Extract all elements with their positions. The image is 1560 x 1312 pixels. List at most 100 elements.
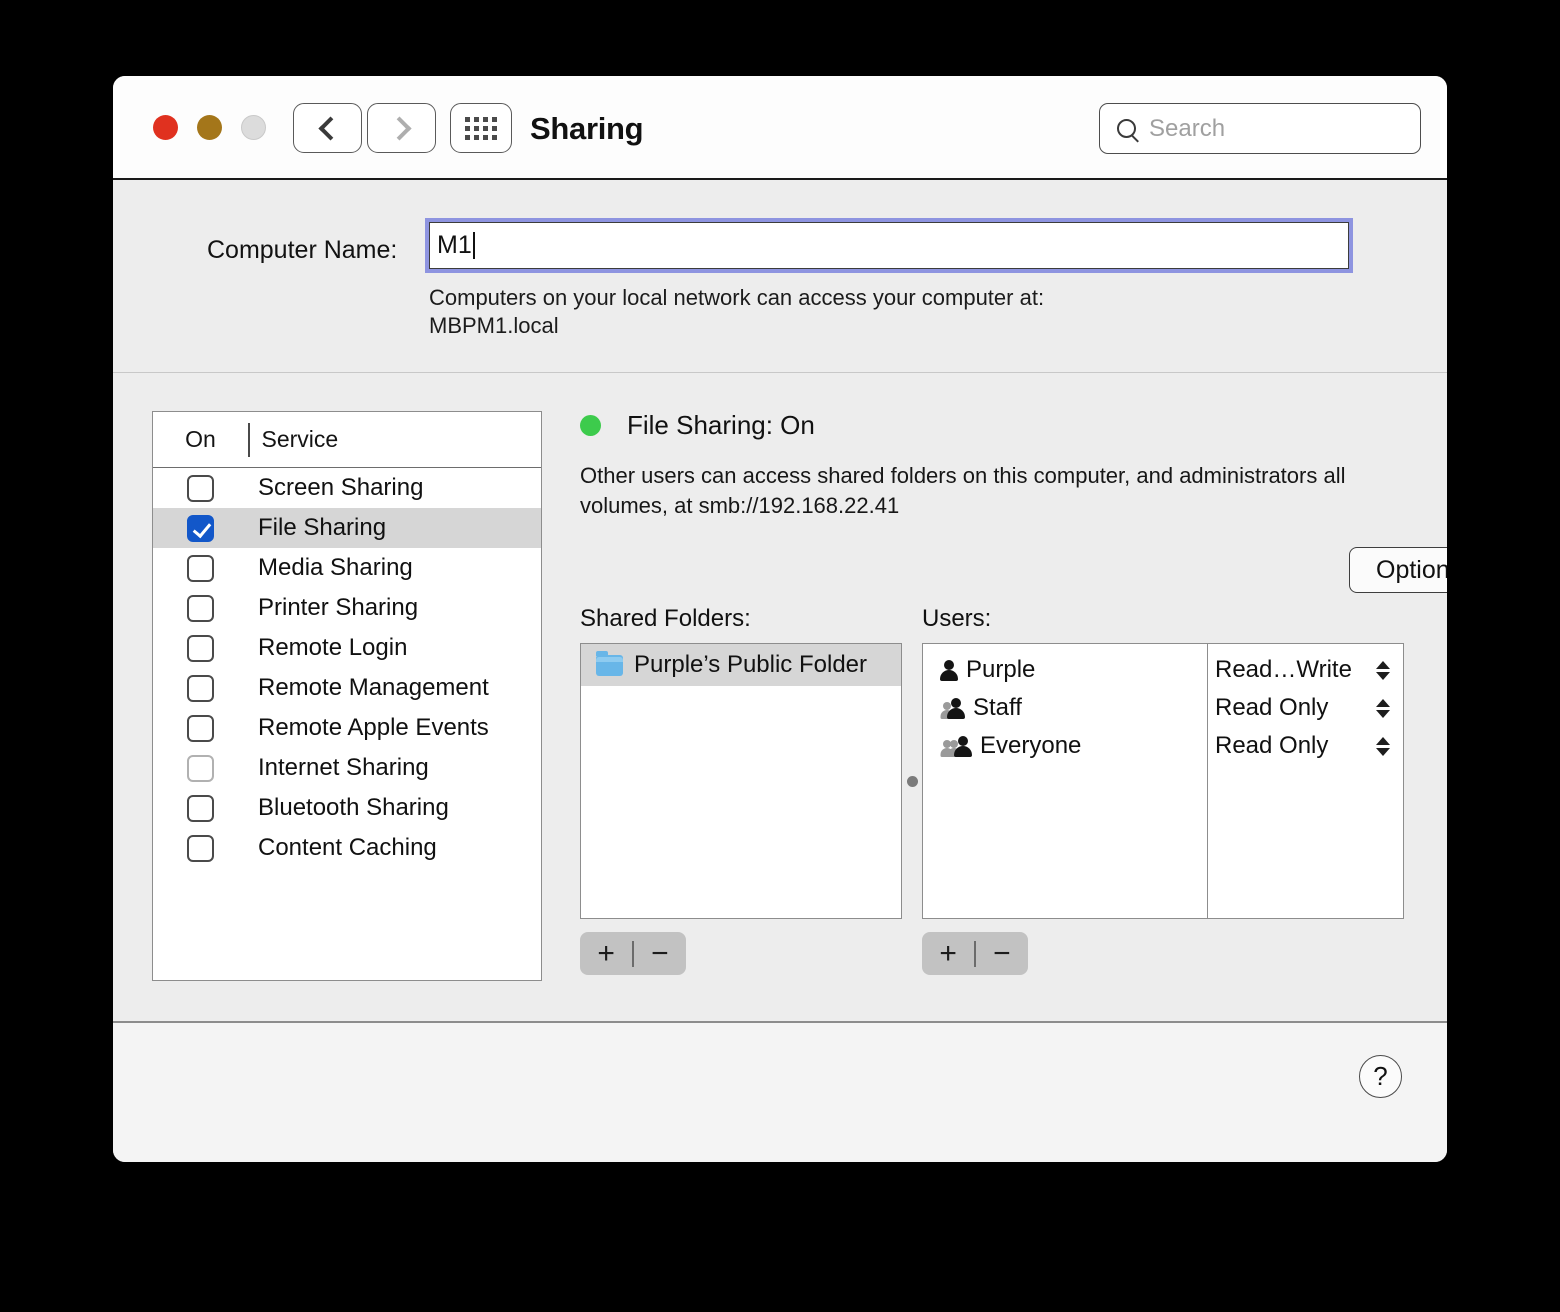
add-shared-folder-button[interactable]: + xyxy=(580,938,632,969)
service-label: Remote Login xyxy=(258,634,408,661)
chevron-up-down-icon[interactable] xyxy=(1376,660,1390,680)
remove-shared-folder-button[interactable]: − xyxy=(634,938,686,969)
service-checkbox-cell xyxy=(153,674,248,702)
users-permission-column: Read…Write Read Only Read Only xyxy=(1208,644,1403,918)
service-row-internet-sharing[interactable]: Internet Sharing xyxy=(153,748,541,788)
services-table-header: On Service xyxy=(153,412,541,468)
service-checkbox[interactable] xyxy=(187,594,214,622)
page-title: Sharing xyxy=(530,111,644,146)
column-header-service: Service xyxy=(261,426,339,452)
traffic-lights xyxy=(153,115,266,140)
computer-name-field[interactable]: M1 xyxy=(429,222,1349,269)
options-button[interactable]: Options... xyxy=(1349,547,1447,593)
add-user-button[interactable]: + xyxy=(922,938,974,969)
search-placeholder: Search xyxy=(1149,114,1226,142)
services-table: On Service Screen Sharing File Sharing Med… xyxy=(152,411,542,981)
service-checkbox[interactable] xyxy=(187,554,214,582)
person-glyph xyxy=(954,735,972,759)
back-button[interactable] xyxy=(293,103,362,153)
users-name-column: Purple Staff Everyone xyxy=(923,644,1208,918)
list-item[interactable]: Purple’s Public Folder xyxy=(581,644,901,686)
service-row-remote-apple-events[interactable]: Remote Apple Events xyxy=(153,708,541,748)
service-checkbox[interactable] xyxy=(187,674,214,702)
service-label: File Sharing xyxy=(258,514,387,541)
service-checkbox-cell xyxy=(153,554,248,582)
minimize-button[interactable] xyxy=(197,115,222,140)
service-label: Screen Sharing xyxy=(258,474,424,501)
computer-name-section: Computer Name: M1 Computers on your loca… xyxy=(113,180,1447,430)
remove-user-button[interactable]: − xyxy=(976,938,1028,969)
show-all-button[interactable] xyxy=(450,103,512,153)
user-permission-popup[interactable]: Read Only xyxy=(1208,727,1403,765)
window-footer: ? xyxy=(113,1023,1447,1162)
users-add-remove: + − xyxy=(922,932,1028,975)
service-checkbox-cell xyxy=(153,594,248,622)
computer-name-value: M1 xyxy=(437,231,472,259)
service-row-media-sharing[interactable]: Media Sharing xyxy=(153,548,541,588)
forward-button[interactable] xyxy=(367,103,436,153)
user-row[interactable]: Purple xyxy=(923,651,1207,689)
service-checkbox[interactable] xyxy=(187,714,214,742)
grid-icon xyxy=(465,116,497,140)
user-permission-label: Read…Write xyxy=(1215,656,1352,683)
service-checkbox[interactable] xyxy=(187,634,214,662)
user-name: Everyone xyxy=(980,732,1082,759)
help-button[interactable]: ? xyxy=(1359,1055,1402,1098)
chevron-up-down-icon[interactable] xyxy=(1376,736,1390,756)
column-header-on: On xyxy=(185,426,216,452)
user-permission-popup[interactable]: Read Only xyxy=(1208,689,1403,727)
zoom-button[interactable] xyxy=(241,115,266,140)
service-checkbox-cell xyxy=(153,714,248,742)
service-row-remote-login[interactable]: Remote Login xyxy=(153,628,541,668)
service-checkbox[interactable] xyxy=(187,474,214,502)
chevron-right-icon xyxy=(386,115,412,141)
service-row-screen-sharing[interactable]: Screen Sharing xyxy=(153,468,541,508)
shared-folders-caption: Shared Folders: xyxy=(580,605,751,632)
computer-name-help: Computers on your local network can acce… xyxy=(429,284,1044,340)
user-permission-popup[interactable]: Read…Write xyxy=(1208,651,1403,689)
service-checkbox[interactable] xyxy=(187,754,214,782)
service-checkbox[interactable] xyxy=(187,834,214,862)
user-permission-label: Read Only xyxy=(1215,732,1329,759)
service-checkbox[interactable] xyxy=(187,514,214,542)
service-label: Content Caching xyxy=(258,834,437,861)
services-row-container: Screen Sharing File Sharing Media Sharing P… xyxy=(153,468,541,868)
close-button[interactable] xyxy=(153,115,178,140)
service-checkbox-cell xyxy=(153,834,248,862)
user-permission-label: Read Only xyxy=(1215,694,1329,721)
folder-icon xyxy=(596,650,623,676)
service-row-remote-management[interactable]: Remote Management xyxy=(153,668,541,708)
shared-folders-list[interactable]: Purple’s Public Folder xyxy=(580,643,902,919)
service-status: File Sharing: On xyxy=(580,410,815,441)
service-label: Media Sharing xyxy=(258,554,413,581)
user-name: Purple xyxy=(966,656,1036,683)
window-titlebar: Sharing Search xyxy=(113,76,1447,180)
shared-folders-add-remove: + − xyxy=(580,932,686,975)
search-input[interactable]: Search xyxy=(1099,103,1421,154)
sharing-preferences-window: Sharing Search Computer Name: M1 Compute… xyxy=(113,76,1447,1162)
service-label: Remote Management xyxy=(258,674,489,701)
service-row-content-caching[interactable]: Content Caching xyxy=(153,828,541,868)
service-label: Remote Apple Events xyxy=(258,714,489,741)
user-name: Staff xyxy=(973,694,1022,721)
users-list: Purple Staff Everyone Read…Write Read Only R… xyxy=(922,643,1404,919)
user-row[interactable]: Everyone xyxy=(923,727,1207,765)
shared-folder-name: Purple’s Public Folder xyxy=(634,651,868,678)
service-row-file-sharing[interactable]: File Sharing xyxy=(153,508,541,548)
computer-name-hostname: MBPM1.local xyxy=(429,313,559,338)
service-row-bluetooth-sharing[interactable]: Bluetooth Sharing xyxy=(153,788,541,828)
status-indicator-dot xyxy=(580,415,601,436)
service-checkbox[interactable] xyxy=(187,794,214,822)
service-checkbox-cell xyxy=(153,474,248,502)
three-people-icon xyxy=(940,733,972,759)
service-row-printer-sharing[interactable]: Printer Sharing xyxy=(153,588,541,628)
service-checkbox-cell xyxy=(153,514,248,542)
user-row[interactable]: Staff xyxy=(923,689,1207,727)
service-checkbox-cell xyxy=(153,634,248,662)
panel-splitter[interactable] xyxy=(902,643,922,919)
person-glyph xyxy=(947,697,965,721)
person-glyph xyxy=(940,659,958,683)
chevron-up-down-icon[interactable] xyxy=(1376,698,1390,718)
service-label: Printer Sharing xyxy=(258,594,419,621)
main-content: On Service Screen Sharing File Sharing Med… xyxy=(113,373,1447,1023)
